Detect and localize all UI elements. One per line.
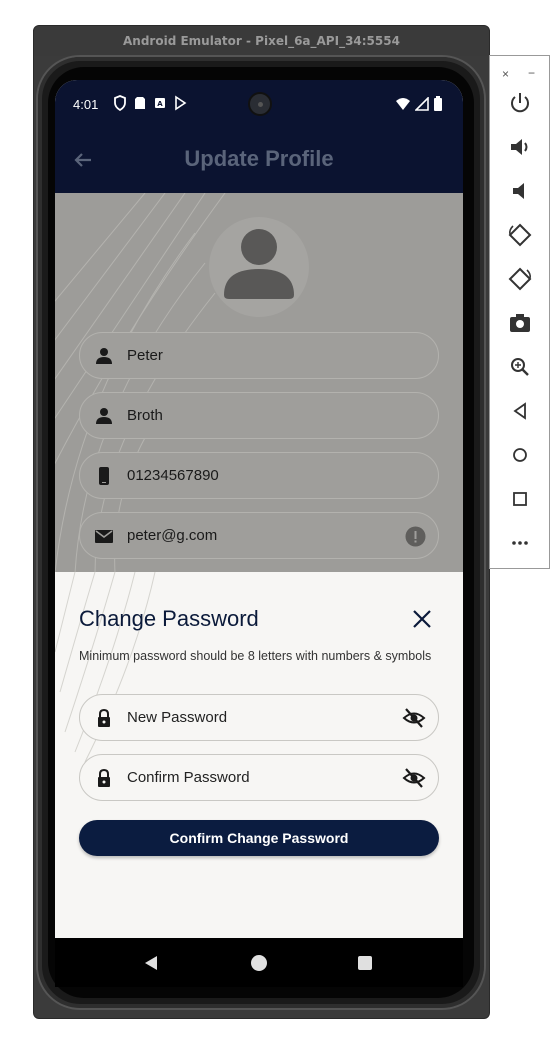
page-title: Update Profile bbox=[184, 146, 334, 171]
signal-icon bbox=[415, 96, 429, 111]
play-store-icon bbox=[175, 95, 187, 111]
status-system-icons bbox=[395, 96, 443, 111]
phone-value: 01234567890 bbox=[127, 467, 219, 484]
visibility-off-icon[interactable] bbox=[402, 767, 426, 789]
sheet-title: Change Password bbox=[79, 606, 259, 631]
phone-icon bbox=[99, 467, 109, 485]
status-bar: 4:01 A bbox=[55, 80, 463, 128]
new-password-field[interactable]: New Password bbox=[79, 694, 439, 741]
nav-overview-icon[interactable] bbox=[355, 953, 375, 973]
camera-screenshot-icon[interactable] bbox=[507, 310, 533, 336]
profile-avatar[interactable] bbox=[209, 217, 309, 317]
shield-icon bbox=[114, 95, 126, 111]
email-field[interactable]: peter@g.com bbox=[79, 512, 439, 559]
more-icon[interactable] bbox=[507, 530, 533, 556]
profile-form: Peter Broth 01234567890 peter@g.com bbox=[55, 193, 463, 573]
status-time: 4:01 bbox=[73, 97, 99, 112]
notification-a-icon: A bbox=[155, 98, 165, 108]
emulator-title: Android Emulator - Pixel_6a_API_34:5554 bbox=[34, 26, 489, 56]
side-panel-header: × − bbox=[490, 62, 549, 81]
change-password-sheet: Change Password Minimum password should … bbox=[55, 572, 463, 938]
volume-down-icon[interactable] bbox=[507, 178, 533, 204]
first-name-field[interactable]: Peter bbox=[79, 332, 439, 379]
nav-back-icon[interactable] bbox=[141, 953, 161, 973]
confirm-password-placeholder: Confirm Password bbox=[127, 769, 250, 786]
volume-up-icon[interactable] bbox=[507, 134, 533, 160]
phone-field[interactable]: 01234567890 bbox=[79, 452, 439, 499]
sim-card-icon bbox=[135, 97, 145, 109]
status-notification-icons: A bbox=[113, 95, 187, 111]
new-password-placeholder: New Password bbox=[127, 709, 228, 726]
battery-icon bbox=[434, 96, 442, 111]
last-name-value: Broth bbox=[127, 407, 163, 424]
home-icon[interactable] bbox=[507, 442, 533, 468]
lock-icon bbox=[98, 708, 110, 727]
last-name-field[interactable]: Broth bbox=[79, 392, 439, 439]
device-screen: 4:01 A Update Profile Peter Broth 012345… bbox=[55, 80, 463, 987]
close-emulator-button[interactable]: × bbox=[502, 67, 509, 81]
person-icon bbox=[96, 348, 112, 364]
svg-text:A: A bbox=[157, 100, 163, 108]
first-name-value: Peter bbox=[127, 347, 163, 364]
mail-icon bbox=[95, 530, 113, 543]
confirm-password-field[interactable]: Confirm Password bbox=[79, 754, 439, 801]
person-avatar-icon bbox=[224, 229, 294, 299]
visibility-off-icon[interactable] bbox=[402, 707, 426, 729]
rotate-right-icon[interactable] bbox=[507, 266, 533, 292]
email-value: peter@g.com bbox=[127, 527, 218, 544]
close-icon[interactable] bbox=[411, 608, 433, 630]
nav-home-icon[interactable] bbox=[249, 953, 269, 973]
overview-icon[interactable] bbox=[507, 486, 533, 512]
zoom-icon[interactable] bbox=[507, 354, 533, 380]
back-icon[interactable] bbox=[507, 398, 533, 424]
confirm-change-password-button[interactable]: Confirm Change Password bbox=[79, 820, 439, 856]
password-requirements-text: Minimum password should be 8 letters wit… bbox=[79, 649, 432, 663]
lock-icon bbox=[98, 768, 110, 787]
rotate-left-icon[interactable] bbox=[507, 222, 533, 248]
power-icon[interactable] bbox=[507, 90, 533, 116]
app-bar: Update Profile bbox=[55, 128, 463, 193]
emulator-side-panel: × − bbox=[489, 55, 550, 569]
minimize-emulator-button[interactable]: − bbox=[528, 66, 535, 80]
error-alert-icon bbox=[405, 526, 426, 547]
system-nav-bar bbox=[55, 938, 463, 987]
wifi-icon bbox=[396, 97, 410, 110]
front-camera bbox=[248, 92, 272, 116]
person-icon bbox=[96, 408, 112, 424]
